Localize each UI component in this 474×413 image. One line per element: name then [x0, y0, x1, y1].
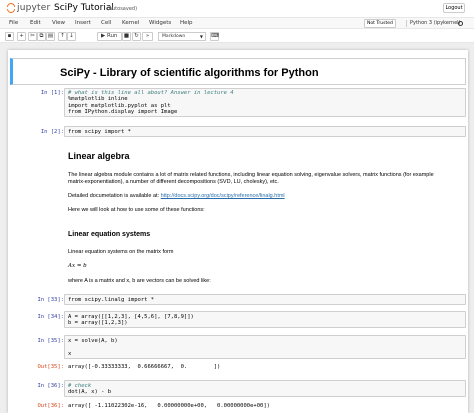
code-line: x	[68, 350, 72, 357]
logout-button[interactable]: Logout	[443, 3, 465, 13]
linalg-followup-text: Here we will look at how to use some of …	[68, 207, 205, 213]
code-cell-36[interactable]	[64, 380, 466, 397]
output-35: array([-0.33333333, 0.66666667, 0. ])	[68, 364, 221, 370]
code-cell-35[interactable]	[64, 335, 466, 359]
jupyter-logo-icon	[7, 3, 15, 7]
kernel-idle-icon	[458, 21, 463, 26]
code-line: x = solve(A, b)	[68, 338, 118, 344]
restart-icon[interactable]: ↻	[132, 32, 141, 41]
code-line: A = array([[1,2,3], [4,5,6], [7,8,9]])	[68, 314, 194, 320]
lin-eq-math: Ax = b	[68, 263, 87, 269]
in-prompt-1: In [1]:	[40, 90, 64, 96]
code-cell-33-source: from scipy.linalg import *	[68, 297, 155, 303]
notebook-container: SciPy - Library of scientific algorithms…	[8, 50, 468, 413]
lin-eq-text: Linear equation systems on the matrix fo…	[68, 249, 174, 255]
trust-status-button[interactable]: Not Trusted	[364, 19, 396, 28]
toolbar: ▪ + ✂ ⧉ ▤ ↑ ↓ ▶ Run ■ ↻ » Markdown ▼ ⌨	[0, 29, 474, 43]
cut-icon[interactable]: ✂	[28, 32, 37, 41]
command-palette-icon[interactable]: ⌨	[210, 32, 219, 41]
menu-file[interactable]: File	[9, 20, 18, 26]
code-cell-35-source: x = solve(A, b) x	[68, 338, 118, 357]
section-heading-linear-algebra: Linear algebra	[68, 151, 130, 161]
save-status: (autosaved)	[107, 6, 138, 12]
interrupt-icon[interactable]: ■	[122, 32, 131, 41]
menu-kernel[interactable]: Kernel	[122, 20, 139, 26]
out-prompt-35: Out[35]:	[37, 364, 65, 370]
insert-cell-icon[interactable]: +	[17, 32, 26, 41]
jupyter-logo-arc	[7, 9, 15, 13]
code-line: import matplotlib.pyplot as plt	[68, 102, 171, 109]
code-cell-34-source: A = array([[1,2,3], [4,5,6], [7,8,9]]) b…	[68, 314, 194, 327]
section-heading-linear-equations: Linear equation systems	[68, 231, 151, 238]
linalg-intro-line1: The linear algebra module contains a lot…	[68, 172, 434, 178]
chevron-down-icon: ▼	[199, 34, 203, 39]
output-36: array([ -1.11022302e-16, 0.00000000e+00,…	[68, 403, 270, 409]
menu-insert[interactable]: Insert	[75, 20, 91, 26]
move-down-icon[interactable]: ↓	[67, 32, 76, 41]
code-line: # check	[68, 383, 92, 389]
doc-text: Detailed documetation is available at: h…	[68, 193, 285, 200]
in-prompt-35: In [35]:	[37, 338, 65, 344]
cell-type-value: Markdown	[162, 34, 186, 39]
doc-prefix: Detailed documetation is available at:	[68, 193, 161, 199]
menu-edit[interactable]: Edit	[30, 20, 41, 26]
kernel-separator	[406, 20, 407, 27]
run-label: Run	[106, 33, 118, 39]
menu-view[interactable]: View	[52, 20, 65, 26]
in-prompt-2: In [2]:	[40, 129, 64, 135]
menubar: File Edit View Insert Cell Kernel Widget…	[0, 17, 474, 29]
code-cell-2-source: from scipy import *	[68, 129, 131, 135]
code-line: %matplotlib inline	[68, 96, 128, 103]
code-line: # what is this line all about? Answer in…	[68, 90, 234, 96]
restart-run-all-icon[interactable]: »	[142, 32, 153, 41]
code-line: from IPython.display import Image	[68, 108, 178, 115]
save-icon[interactable]: ▪	[5, 32, 14, 41]
code-line: dot(A, x) - b	[68, 389, 112, 396]
menu-cell[interactable]: Cell	[101, 20, 111, 26]
paste-icon[interactable]: ▤	[46, 32, 55, 41]
copy-icon[interactable]: ⧉	[37, 32, 46, 41]
docs-link[interactable]: http://docs.scipy.org/doc/scipy/referenc…	[161, 193, 285, 199]
code-line: b = array([1,2,3])	[68, 320, 128, 327]
jupyter-logo[interactable]: jupyter	[7, 3, 51, 13]
lin-eq-explanation: where A is a matrix and x, b are vectors…	[68, 278, 211, 284]
code-cell-1-source: # what is this line all about? Answer in…	[68, 90, 234, 115]
out-prompt-36: Out[36]:	[37, 403, 65, 409]
header: jupyter SciPy Tutorial (autosaved) Logou…	[0, 0, 474, 17]
menu-help[interactable]: Help	[180, 20, 193, 26]
brand-name: jupyter	[17, 3, 51, 13]
kernel-name[interactable]: Python 3 (ipykernel)	[410, 20, 461, 26]
in-prompt-34: In [34]:	[37, 314, 65, 320]
move-up-icon[interactable]: ↑	[58, 32, 67, 41]
code-cell-36-source: # check dot(A, x) - b	[68, 383, 111, 396]
notebook-heading: SciPy - Library of scientific algorithms…	[60, 67, 319, 79]
run-button[interactable]: ▶ Run	[97, 32, 122, 41]
linalg-intro-line2: matrix-exponentiation), a number of diff…	[68, 179, 279, 185]
in-prompt-33: In [33]:	[37, 297, 65, 303]
linalg-intro-text: The linear algebra module contains a lot…	[68, 172, 463, 186]
menu-widgets[interactable]: Widgets	[149, 20, 171, 26]
notebook-title[interactable]: SciPy Tutorial	[54, 3, 114, 13]
cell-type-select[interactable]: Markdown ▼	[158, 32, 206, 41]
in-prompt-36: In [36]:	[37, 383, 65, 389]
